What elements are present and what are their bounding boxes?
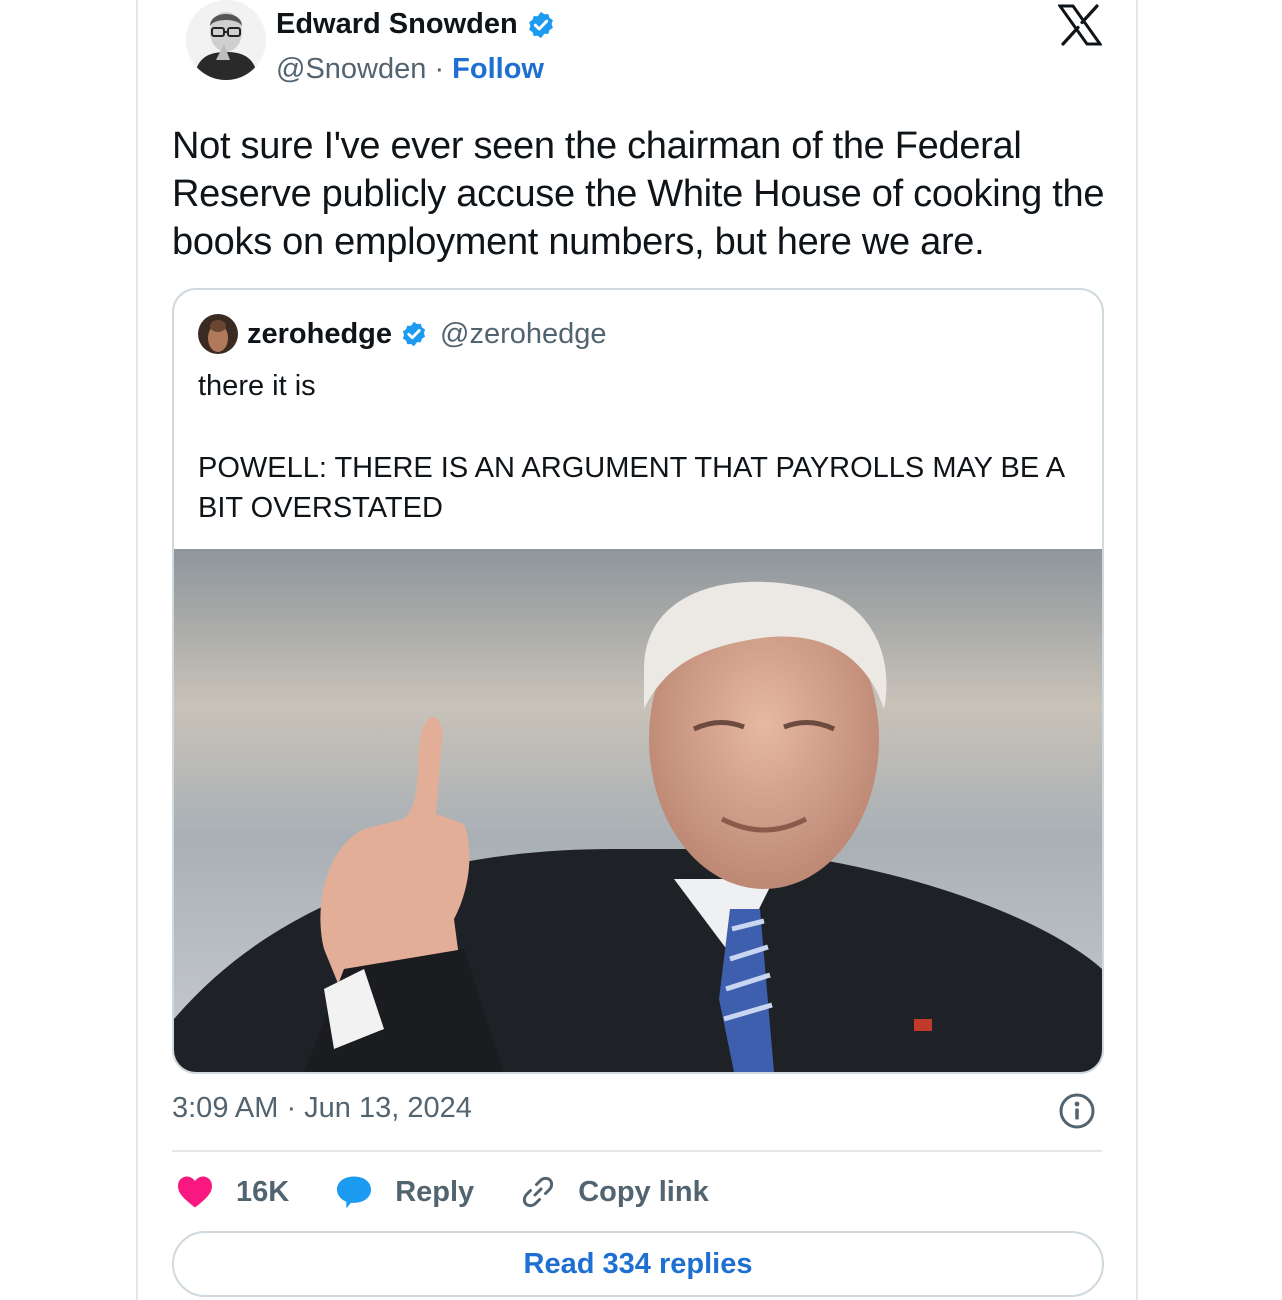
quoted-text-line2: POWELL: THERE IS AN ARGUMENT THAT PAYROL… — [198, 452, 1064, 524]
tweet-card: Edward Snowden @Snowden · Follow Not sur… — [136, 0, 1138, 1300]
verified-badge-icon — [528, 11, 553, 38]
copy-link-button[interactable]: Copy link — [520, 1174, 709, 1210]
copy-link-label: Copy link — [578, 1175, 709, 1208]
read-replies-button[interactable]: Read 334 replies — [172, 1231, 1104, 1297]
verified-badge-icon — [402, 321, 426, 347]
tweet-text: Not sure I've ever seen the chairman of … — [172, 125, 1105, 263]
quoted-avatar — [198, 314, 238, 354]
quoted-name: zerohedge — [247, 317, 393, 350]
quoted-tweet[interactable]: zerohedge @zerohedge there it is POWELL:… — [172, 288, 1104, 1074]
quoted-photo[interactable] — [174, 549, 1102, 1072]
action-bar: 16K Reply Copy link — [176, 1170, 755, 1214]
quoted-handle: @zerohedge — [440, 317, 607, 350]
like-count: 16K — [236, 1175, 290, 1208]
author-handle-row: @Snowden · Follow — [276, 53, 544, 86]
reply-bubble-icon — [337, 1176, 372, 1209]
reply-button[interactable]: Reply — [335, 1175, 474, 1209]
tweet-timestamp[interactable]: 3:09 AM · Jun 13, 2024 — [172, 1092, 472, 1125]
link-icon — [523, 1176, 554, 1208]
x-logo-icon[interactable] — [1058, 4, 1102, 46]
quoted-header: zerohedge @zerohedge — [198, 314, 607, 354]
handle-separator: · — [434, 53, 445, 85]
quoted-text-line1: there it is — [198, 370, 316, 402]
author-name-row: Edward Snowden — [276, 8, 556, 41]
like-button[interactable]: 16K — [176, 1175, 289, 1209]
reply-label: Reply — [395, 1175, 475, 1208]
info-icon[interactable] — [1058, 1092, 1096, 1130]
author-name[interactable]: Edward Snowden — [276, 8, 518, 41]
heart-icon — [178, 1176, 212, 1208]
tweet-header: Edward Snowden @Snowden · Follow — [186, 0, 1086, 100]
divider — [172, 1150, 1102, 1152]
author-handle[interactable]: @Snowden — [276, 53, 426, 85]
follow-button[interactable]: Follow — [452, 53, 544, 85]
author-avatar[interactable] — [186, 0, 266, 80]
